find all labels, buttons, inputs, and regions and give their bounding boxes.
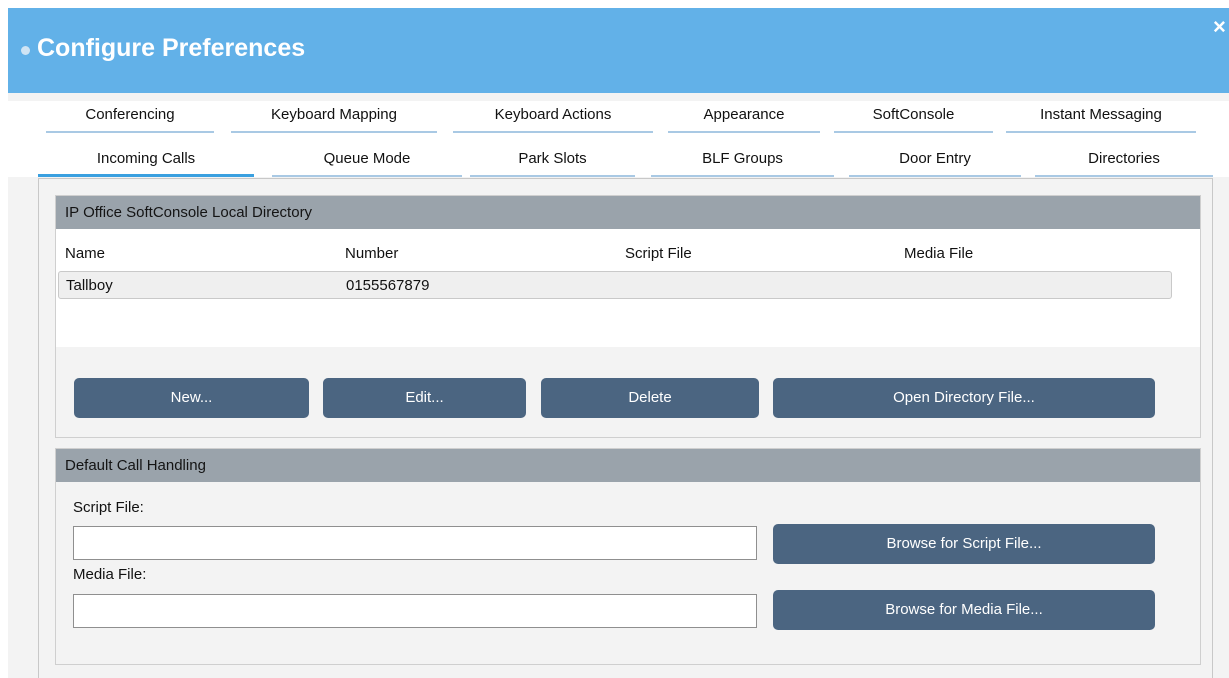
script-file-label: Script File: (73, 499, 144, 516)
close-icon[interactable]: × (1213, 16, 1229, 38)
window-title: Configure Preferences (37, 34, 306, 62)
browse-media-file-button[interactable]: Browse for Media File... (773, 590, 1155, 630)
new-button[interactable]: New... (74, 378, 309, 418)
tab-row-top: Conferencing Keyboard Mapping Keyboard A… (8, 101, 1229, 133)
entry-name: Tallboy (66, 277, 113, 294)
preferences-window: Configure Preferences × Conferencing Key… (8, 8, 1229, 678)
tab-door-entry[interactable]: Door Entry (849, 145, 1021, 177)
local-directory-group: IP Office SoftConsole Local Directory Na… (55, 195, 1201, 438)
media-file-label: Media File: (73, 566, 147, 583)
list-item[interactable]: Tallboy 0155567879 (58, 271, 1172, 299)
default-call-handling-header: Default Call Handling (56, 449, 1200, 482)
local-directory-header: IP Office SoftConsole Local Directory (56, 196, 1200, 229)
entry-number: 0155567879 (346, 277, 430, 294)
tab-row-gap (8, 133, 1229, 145)
tab-keyboard-actions[interactable]: Keyboard Actions (453, 101, 653, 133)
tab-content-panel: IP Office SoftConsole Local Directory Na… (38, 178, 1213, 678)
title-bar: Configure Preferences × (8, 8, 1229, 93)
media-file-field[interactable] (73, 594, 757, 628)
tab-keyboard-mapping[interactable]: Keyboard Mapping (231, 101, 437, 133)
tab-instant-messaging[interactable]: Instant Messaging (1006, 101, 1196, 133)
tab-conferencing[interactable]: Conferencing (46, 101, 214, 133)
tab-appearance[interactable]: Appearance (668, 101, 820, 133)
browse-script-file-button[interactable]: Browse for Script File... (773, 524, 1155, 564)
tab-queue-mode[interactable]: Queue Mode (272, 145, 462, 177)
directory-list: Name Number Script File Media File Tallb… (56, 229, 1200, 347)
column-header-name[interactable]: Name (65, 245, 105, 262)
tab-directories[interactable]: Directories (1035, 145, 1213, 177)
edit-button[interactable]: Edit... (323, 378, 526, 418)
column-header-number[interactable]: Number (345, 245, 398, 262)
script-file-field[interactable] (73, 526, 757, 560)
tab-incoming-calls[interactable]: Incoming Calls (38, 145, 254, 177)
title-dot-icon (21, 46, 30, 55)
tab-park-slots[interactable]: Park Slots (470, 145, 635, 177)
column-header-script-file[interactable]: Script File (625, 245, 692, 262)
open-directory-file-button[interactable]: Open Directory File... (773, 378, 1155, 418)
delete-button[interactable]: Delete (541, 378, 759, 418)
tab-softconsole[interactable]: SoftConsole (834, 101, 993, 133)
tab-blf-groups[interactable]: BLF Groups (651, 145, 834, 177)
tab-row-bottom: Incoming Calls Queue Mode Park Slots BLF… (8, 145, 1229, 177)
default-call-handling-group: Default Call Handling Script File: Brows… (55, 448, 1201, 665)
column-header-media-file[interactable]: Media File (904, 245, 973, 262)
